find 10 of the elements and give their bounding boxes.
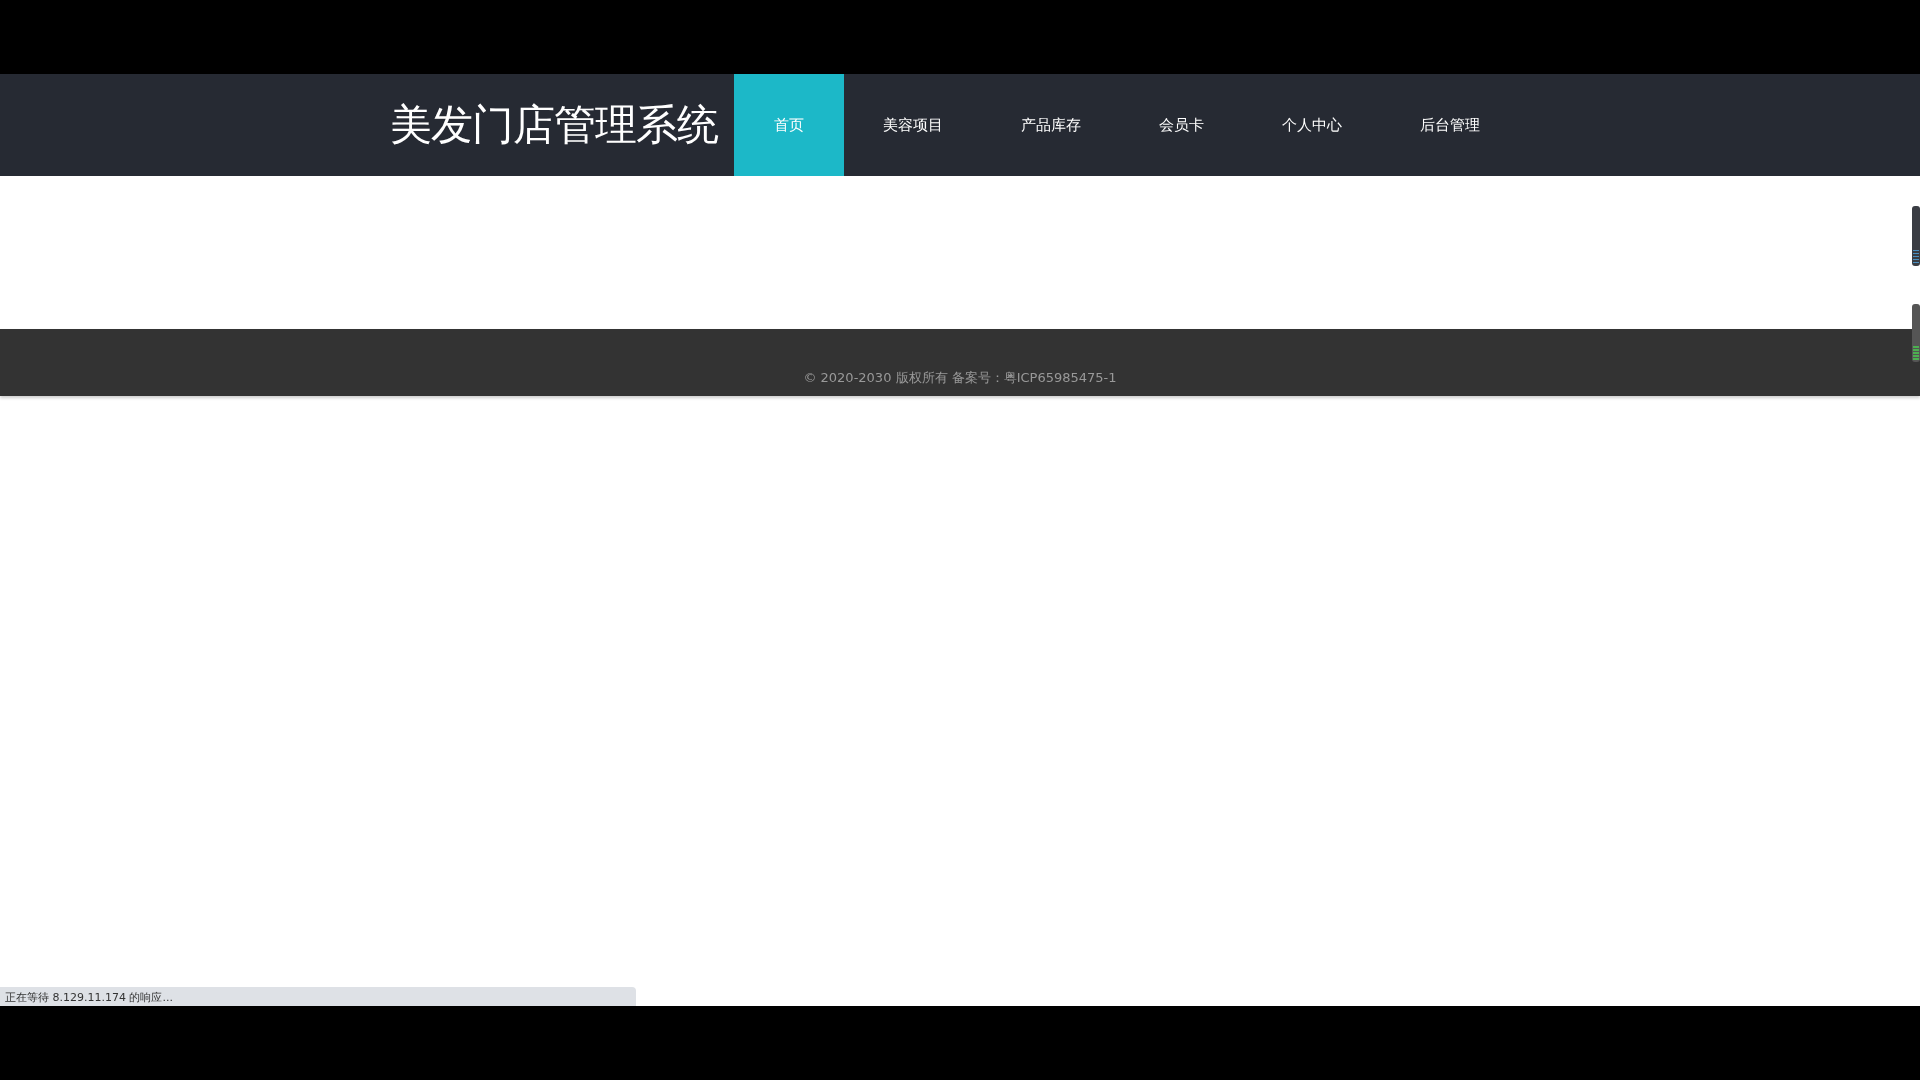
copyright-text: © 2020-2030 版权所有 备案号：粤ICP65985475-1 [803, 369, 1117, 387]
meter-icon [1912, 206, 1920, 266]
status-bar: 正在等待 8.129.11.174 的响应... [0, 987, 636, 1006]
meter-icon [1912, 304, 1920, 362]
nav-tab[interactable]: 美容项目 [844, 74, 982, 176]
site-title: 美发门店管理系统 [390, 99, 718, 151]
nav-tab[interactable]: 后台管理 [1381, 74, 1519, 176]
nav-tab[interactable]: 个人中心 [1243, 74, 1381, 176]
nav-tab[interactable]: 会员卡 [1120, 74, 1243, 176]
nav-tab[interactable]: 产品库存 [982, 74, 1120, 176]
